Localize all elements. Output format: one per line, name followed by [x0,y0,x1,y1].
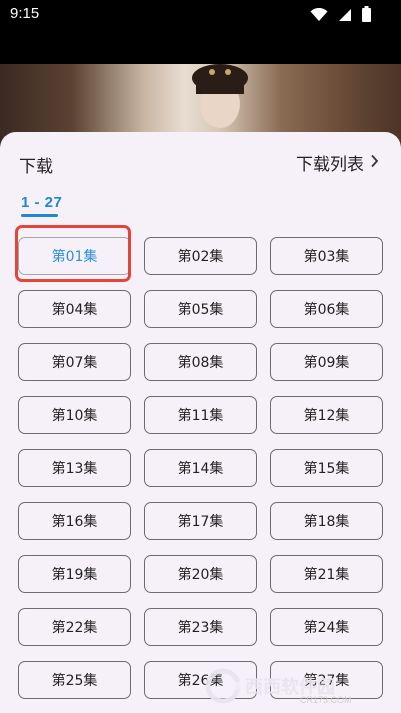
episode-button[interactable]: 第18集 [270,502,383,540]
episode-button[interactable]: 第17集 [144,502,257,540]
episode-button[interactable]: 第13集 [18,449,131,487]
range-tab-label: 1 - 27 [21,194,63,211]
download-list-label: 下载列表 [296,155,364,175]
signal-icon [338,7,352,26]
episode-button[interactable]: 第10集 [18,396,131,434]
episode-button[interactable]: 第23集 [144,608,257,646]
episode-button[interactable]: 第06集 [270,290,383,328]
tab-underline [21,214,58,217]
episode-button[interactable]: 第09集 [270,343,383,381]
episode-button[interactable]: 第16集 [18,502,131,540]
watermark-logo-icon [205,668,241,704]
status-icons [310,6,371,26]
chevron-right-icon [370,153,379,172]
status-time: 9:15 [10,5,40,22]
episode-button[interactable]: 第05集 [144,290,257,328]
watermark-sub: CR173.COM [300,695,352,705]
download-sheet: 下载 下载列表 1 - 27 第01集 第02集 第03集 第04集 第05集 第06集第… [0,132,401,713]
episode-button[interactable]: 第01集 [18,237,131,275]
episode-button[interactable]: 第20集 [144,555,257,593]
sheet-title: 下载 [19,157,53,177]
episode-button[interactable]: 第02集 [144,237,257,275]
episode-button[interactable]: 第14集 [144,449,257,487]
episode-button[interactable]: 第21集 [270,555,383,593]
episode-button[interactable]: 第19集 [18,555,131,593]
download-list-link[interactable]: 下载列表 [296,150,379,175]
episode-button[interactable]: 第04集 [18,290,131,328]
status-bar: 9:15 [0,0,401,28]
episode-button[interactable]: 第11集 [144,396,257,434]
episode-button[interactable]: 第25集 [18,661,131,699]
battery-icon [362,6,371,26]
wifi-icon [310,7,328,26]
episode-button[interactable]: 第22集 [18,608,131,646]
episode-button[interactable]: 第24集 [270,608,383,646]
watermark: 西西软件园 CR173.COM [205,665,385,707]
episode-button[interactable]: 第12集 [270,396,383,434]
episode-button[interactable]: 第07集 [18,343,131,381]
tab-range-1-27[interactable]: 1 - 27 [21,192,63,217]
episode-grid: 第01集 第02集 第03集第04集 第05集 第06集第07集 第08集 第09集第10集… [18,237,383,699]
episode-button[interactable]: 第03集 [270,237,383,275]
episode-button[interactable]: 第15集 [270,449,383,487]
episode-button[interactable]: 第08集 [144,343,257,381]
